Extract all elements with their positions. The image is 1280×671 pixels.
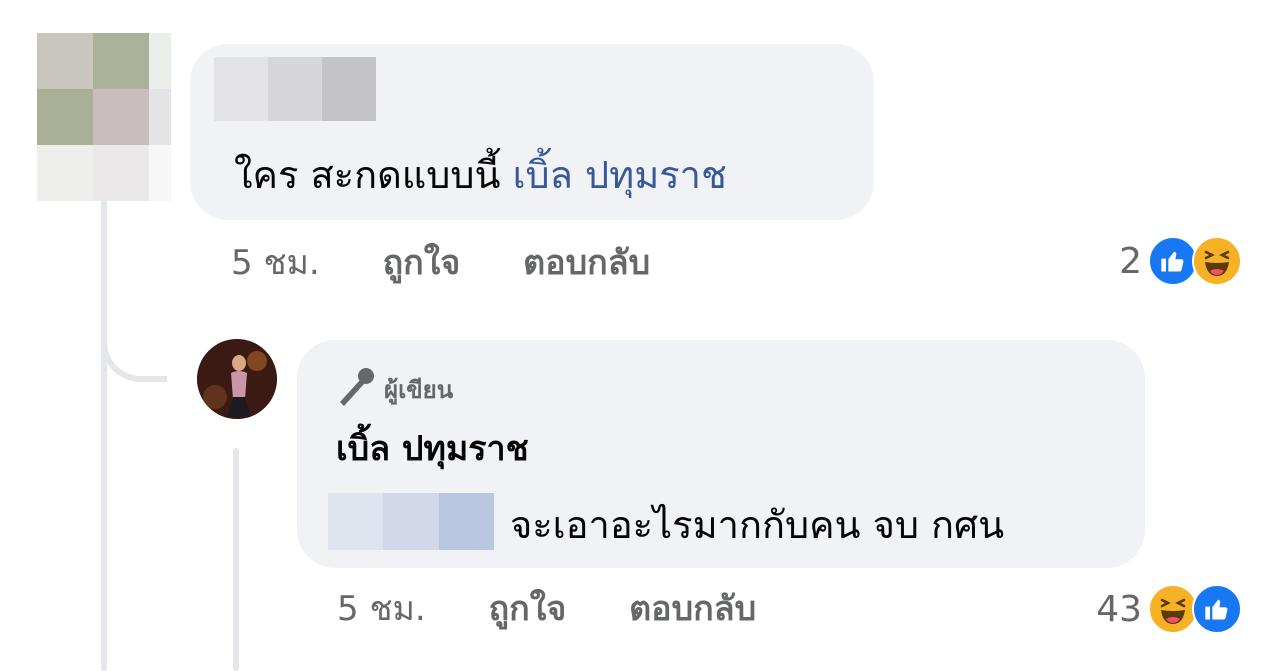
reply-meta: 5 ชม. ถูกใจ ตอบกลับ [337,592,756,626]
like-button[interactable]: ถูกใจ [383,243,461,283]
comment-timestamp[interactable]: 5 ชม. [231,243,320,283]
microphone-icon [336,366,376,412]
thread-connector-curve [101,300,167,382]
author-badge-label: ผู้เขียน [384,375,454,404]
haha-icon [1192,236,1242,286]
thread-connector-line [101,200,107,671]
author-badge: ผู้เขียน [336,366,453,412]
mention-link[interactable]: เบิ้ล ปทุมราช [513,153,727,197]
reply-timestamp[interactable]: 5 ชม. [337,589,426,629]
reply-like-button[interactable]: ถูกใจ [489,589,567,629]
comment-thread: ใคร สะกดแบบนี้ เบิ้ล ปทุมราช 5 ชม. ถูกใจ… [0,0,1280,671]
reply-reply-button[interactable]: ตอบกลับ [629,589,756,629]
reaction-summary[interactable]: 2 [1119,236,1242,286]
reply-reaction-count: 43 [1096,588,1142,630]
commenter-name-blurred[interactable] [214,57,376,121]
reaction-count: 2 [1119,240,1142,282]
tagged-name-blurred[interactable] [328,493,494,550]
reply-text: จะเอาอะไรมากกับคน จบ กศน [510,503,1005,547]
like-icon [1148,236,1198,286]
commenter-avatar-blurred[interactable] [37,33,171,201]
reply-reaction-summary[interactable]: 43 [1096,584,1242,634]
comment-body: ใคร สะกดแบบนี้ [234,153,501,197]
author-avatar[interactable] [197,339,277,419]
haha-icon [1148,584,1198,634]
author-name[interactable]: เบิ้ล ปทุมราช [336,432,529,466]
like-icon [1192,584,1242,634]
reply-thread-line [233,448,239,671]
reply-button[interactable]: ตอบกลับ [523,243,650,283]
comment-text: ใคร สะกดแบบนี้ เบิ้ล ปทุมราช [234,156,727,194]
comment-meta: 5 ชม. ถูกใจ ตอบกลับ [231,246,650,280]
